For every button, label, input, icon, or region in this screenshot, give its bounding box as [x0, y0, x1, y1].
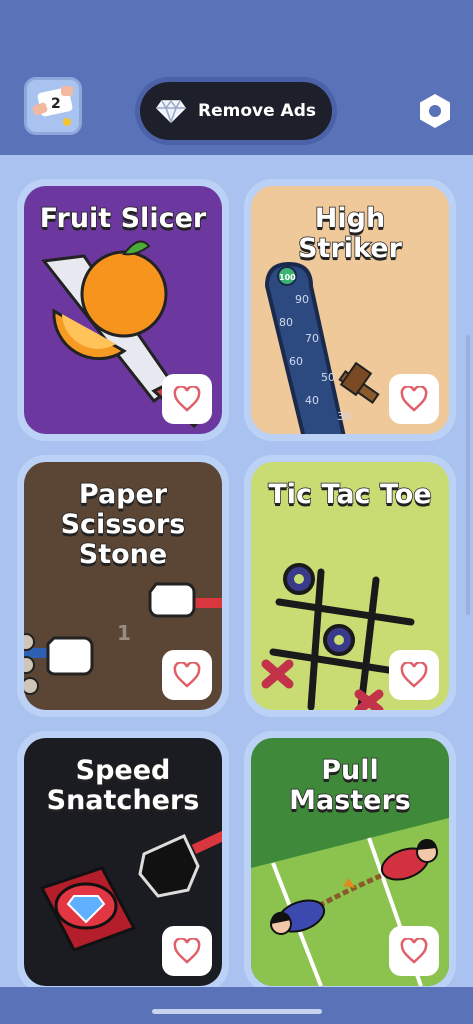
heart-outline-icon — [173, 386, 201, 412]
game-card-body: Pull Masters — [251, 738, 449, 986]
svg-text:1: 1 — [117, 621, 131, 645]
game-card-pull-masters[interactable]: Pull Masters — [244, 731, 456, 987]
game-card-paper-scissors-stone[interactable]: 1 Paper Scissors Stone — [17, 455, 229, 717]
svg-text:60: 60 — [289, 355, 303, 368]
app-icon-badge: 2 — [51, 96, 61, 112]
favorite-button[interactable] — [162, 650, 212, 700]
svg-text:70: 70 — [305, 332, 319, 345]
game-card-body: Tic Tac Toe — [251, 462, 449, 710]
svg-text:50: 50 — [321, 371, 335, 384]
game-card-body: Fruit Slicer — [24, 186, 222, 434]
game-title: Pull Masters — [288, 755, 411, 817]
game-card-speed-snatchers[interactable]: Speed Snatchers — [17, 731, 229, 987]
heart-outline-icon — [400, 938, 428, 964]
svg-text:90: 90 — [295, 293, 309, 306]
settings-button[interactable] — [416, 92, 454, 130]
heart-outline-icon — [173, 662, 201, 688]
game-title: Tic Tac Toe — [268, 479, 433, 511]
favorite-button[interactable] — [389, 650, 439, 700]
game-grid: Fruit Slicer 100 90 80 70 60 50 40 30 Hi… — [0, 155, 473, 987]
top-header: 2 Remove Ads — [0, 0, 473, 155]
svg-text:40: 40 — [305, 394, 319, 407]
favorite-button[interactable] — [389, 926, 439, 976]
svg-text:100: 100 — [279, 273, 296, 282]
game-card-fruit-slicer[interactable]: Fruit Slicer — [17, 179, 229, 441]
svg-text:80: 80 — [279, 316, 293, 329]
game-card-body: Speed Snatchers — [24, 738, 222, 986]
app-icon-art: 2 — [27, 80, 79, 132]
favorite-button[interactable] — [389, 374, 439, 424]
diamond-icon — [156, 99, 186, 123]
heart-outline-icon — [400, 662, 428, 688]
game-card-body: 100 90 80 70 60 50 40 30 High Striker — [251, 186, 449, 434]
app-icon[interactable]: 2 — [24, 77, 82, 135]
game-title: Fruit Slicer — [39, 203, 207, 235]
scrollbar[interactable] — [466, 335, 470, 615]
game-card-high-striker[interactable]: 100 90 80 70 60 50 40 30 High Striker — [244, 179, 456, 441]
svg-text:30: 30 — [337, 410, 351, 423]
remove-ads-label: Remove Ads — [198, 101, 316, 121]
hexagon-settings-icon — [420, 94, 450, 128]
remove-ads-button[interactable]: Remove Ads — [140, 82, 332, 140]
heart-outline-icon — [173, 938, 201, 964]
home-indicator[interactable] — [152, 1009, 322, 1014]
favorite-button[interactable] — [162, 374, 212, 424]
game-title: Paper Scissors Stone — [60, 479, 186, 571]
favorite-button[interactable] — [162, 926, 212, 976]
bottom-bar — [0, 987, 473, 1024]
game-title: Speed Snatchers — [46, 755, 200, 817]
game-card-tic-tac-toe[interactable]: Tic Tac Toe — [244, 455, 456, 717]
game-title: High Striker — [297, 203, 402, 265]
heart-outline-icon — [400, 386, 428, 412]
game-card-body: 1 Paper Scissors Stone — [24, 462, 222, 710]
